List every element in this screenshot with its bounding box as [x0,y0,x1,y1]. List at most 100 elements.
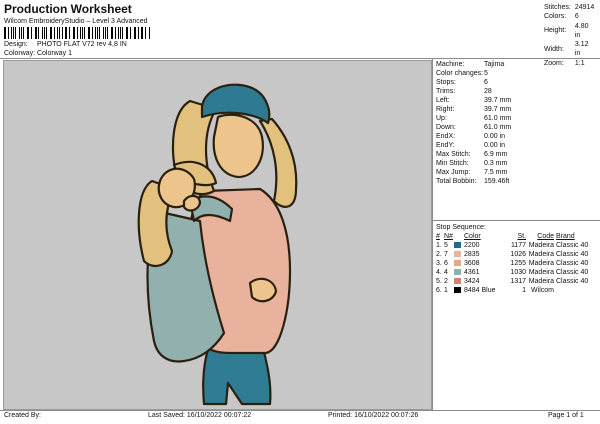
stop-needle: 1 [444,287,448,294]
design-label: Design: [4,41,28,48]
barcode-bar [58,27,60,39]
info-value: 39.7 mm [484,106,512,113]
color-swatch [454,260,461,267]
stat-value: 3.12 in [574,41,589,58]
stop-stitches: 1177 [510,242,526,249]
barcode-bar [56,27,58,39]
stat-row: Colors: 6 [542,12,596,21]
info-row: Down: 61.0 mm [436,123,511,132]
col-brand: Brand [556,233,575,240]
info-row: EndY: 0.00 in [436,141,511,150]
stat-value: 4.80 in [574,22,589,39]
embroidery-illustration [4,83,298,409]
stat-row: Width: 3.12 in [542,40,596,59]
stop-row: 5. 2 3424 1317 Madeira Classic 40 [436,277,600,286]
info-label: Min Stitch: [436,160,469,167]
barcode-bar [66,27,68,39]
divider-bottom [0,410,600,411]
design-row: Design: PHOTO FLAT V72 rev 4,8 IN [4,41,127,48]
barcode-bar [119,27,121,39]
stop-num: 5. [436,278,442,285]
barcode-bar [89,27,90,39]
barcode-bar [110,27,112,39]
color-swatch [454,269,461,276]
footer-printed: Printed: 16/10/2022 00:07:26 [328,412,419,419]
stop-brand: Classic 40 [556,251,589,258]
info-row: Color changes:5 [436,69,511,78]
stat-label: Width: [544,45,564,53]
barcode-bar [7,27,9,39]
stat-label: Colors: [544,13,567,21]
info-row: Stops: 6 [436,78,511,87]
col-color: Color [464,233,481,240]
stop-row: 3. 6 3608 1255 Madeira Classic 40 [436,259,600,268]
info-label: Max Stitch: [436,151,471,158]
stop-stitches: 1 [522,287,526,294]
stop-brand: Classic 40 [556,278,589,285]
info-row: Up: 61.0 mm [436,114,511,123]
stop-sequence: Stop Sequence: # N# Color St. Code Brand 1. 5 2… [436,223,600,295]
info-value: 6.9 mm [484,151,508,158]
stop-needle: 5 [444,242,448,249]
stop-code: Wilcom [531,287,554,294]
info-label: Down: [436,124,456,131]
info-row: EndX: 0.00 in [436,132,511,141]
barcode-bar [134,27,136,39]
col-code: Code [537,233,554,240]
stop-num: 2. [436,251,442,258]
info-label: Color changes: [436,70,484,77]
info-row: Machine: Tajima [436,60,511,69]
barcode-bar [117,27,119,39]
barcode-bar [28,27,29,39]
color-swatch [454,242,461,249]
stop-brand: Classic 40 [556,260,589,267]
info-row: Trims: 28 [436,87,511,96]
stop-rows: 1. 5 2200 1177 Madeira Classic 40 2. 7 2835 1026 M… [436,241,600,295]
stop-row: 2. 7 2835 1026 Madeira Classic 40 [436,250,600,259]
stop-stitches: 1026 [510,251,526,258]
color-swatch [454,287,461,294]
info-value: 5 [484,70,488,77]
stop-num: 3. [436,260,442,267]
info-label: Machine: [436,61,465,68]
jeans-shape [4,353,236,409]
info-value: 61.0 mm [484,124,512,131]
stop-code: Madeira [528,269,554,276]
barcode-bar [30,27,32,39]
stop-num: 1. [436,242,442,249]
barcode-bar [15,27,17,39]
stop-stitches: 1255 [510,260,526,267]
info-value: 61.0 mm [484,115,512,122]
stat-row: Stitches: 24914 [542,3,596,12]
hand-shape [248,277,278,303]
footer-saved: Last Saved: 16/10/2022 00:07:22 [148,412,252,419]
info-row: Total Bobbin: 159.46ft [436,177,511,186]
stat-label: Zoom: [544,59,564,67]
divider-stops [432,220,600,221]
stop-sequence-header: # N# Color St. Code Brand [436,232,600,241]
design-preview [3,60,432,410]
stop-stitches: 1030 [510,269,526,276]
software-subtitle: Wilcom EmbroideryStudio – Level 3 Advanc… [4,18,148,25]
colorway-label: Colorway: [4,50,36,57]
page-title: Production Worksheet [4,2,132,16]
barcode-bar [79,27,82,39]
info-value: 6 [484,79,488,86]
stop-brand: Classic 40 [556,242,589,249]
machine-info: Machine: Tajima Color changes:5 Stops: 6 Trim… [436,60,511,186]
stop-stitches: 1317 [510,278,526,285]
stop-code: Madeira [528,242,554,249]
info-label: Right: [436,106,455,113]
hand-shape [182,194,202,212]
stop-brand: Classic 40 [556,269,589,276]
info-row: Right: 39.7 mm [436,105,511,114]
barcode-bar [20,27,22,39]
info-label: Total Bobbin: [436,178,477,185]
stop-color: 3424 [464,278,480,285]
info-label: Up: [436,115,447,122]
col-st: St. [517,233,526,240]
info-value: 0.00 in [484,133,506,140]
stop-color: 8484 Blue [464,287,496,294]
info-value: 0.00 in [484,142,506,149]
info-label: EndY: [436,142,455,149]
